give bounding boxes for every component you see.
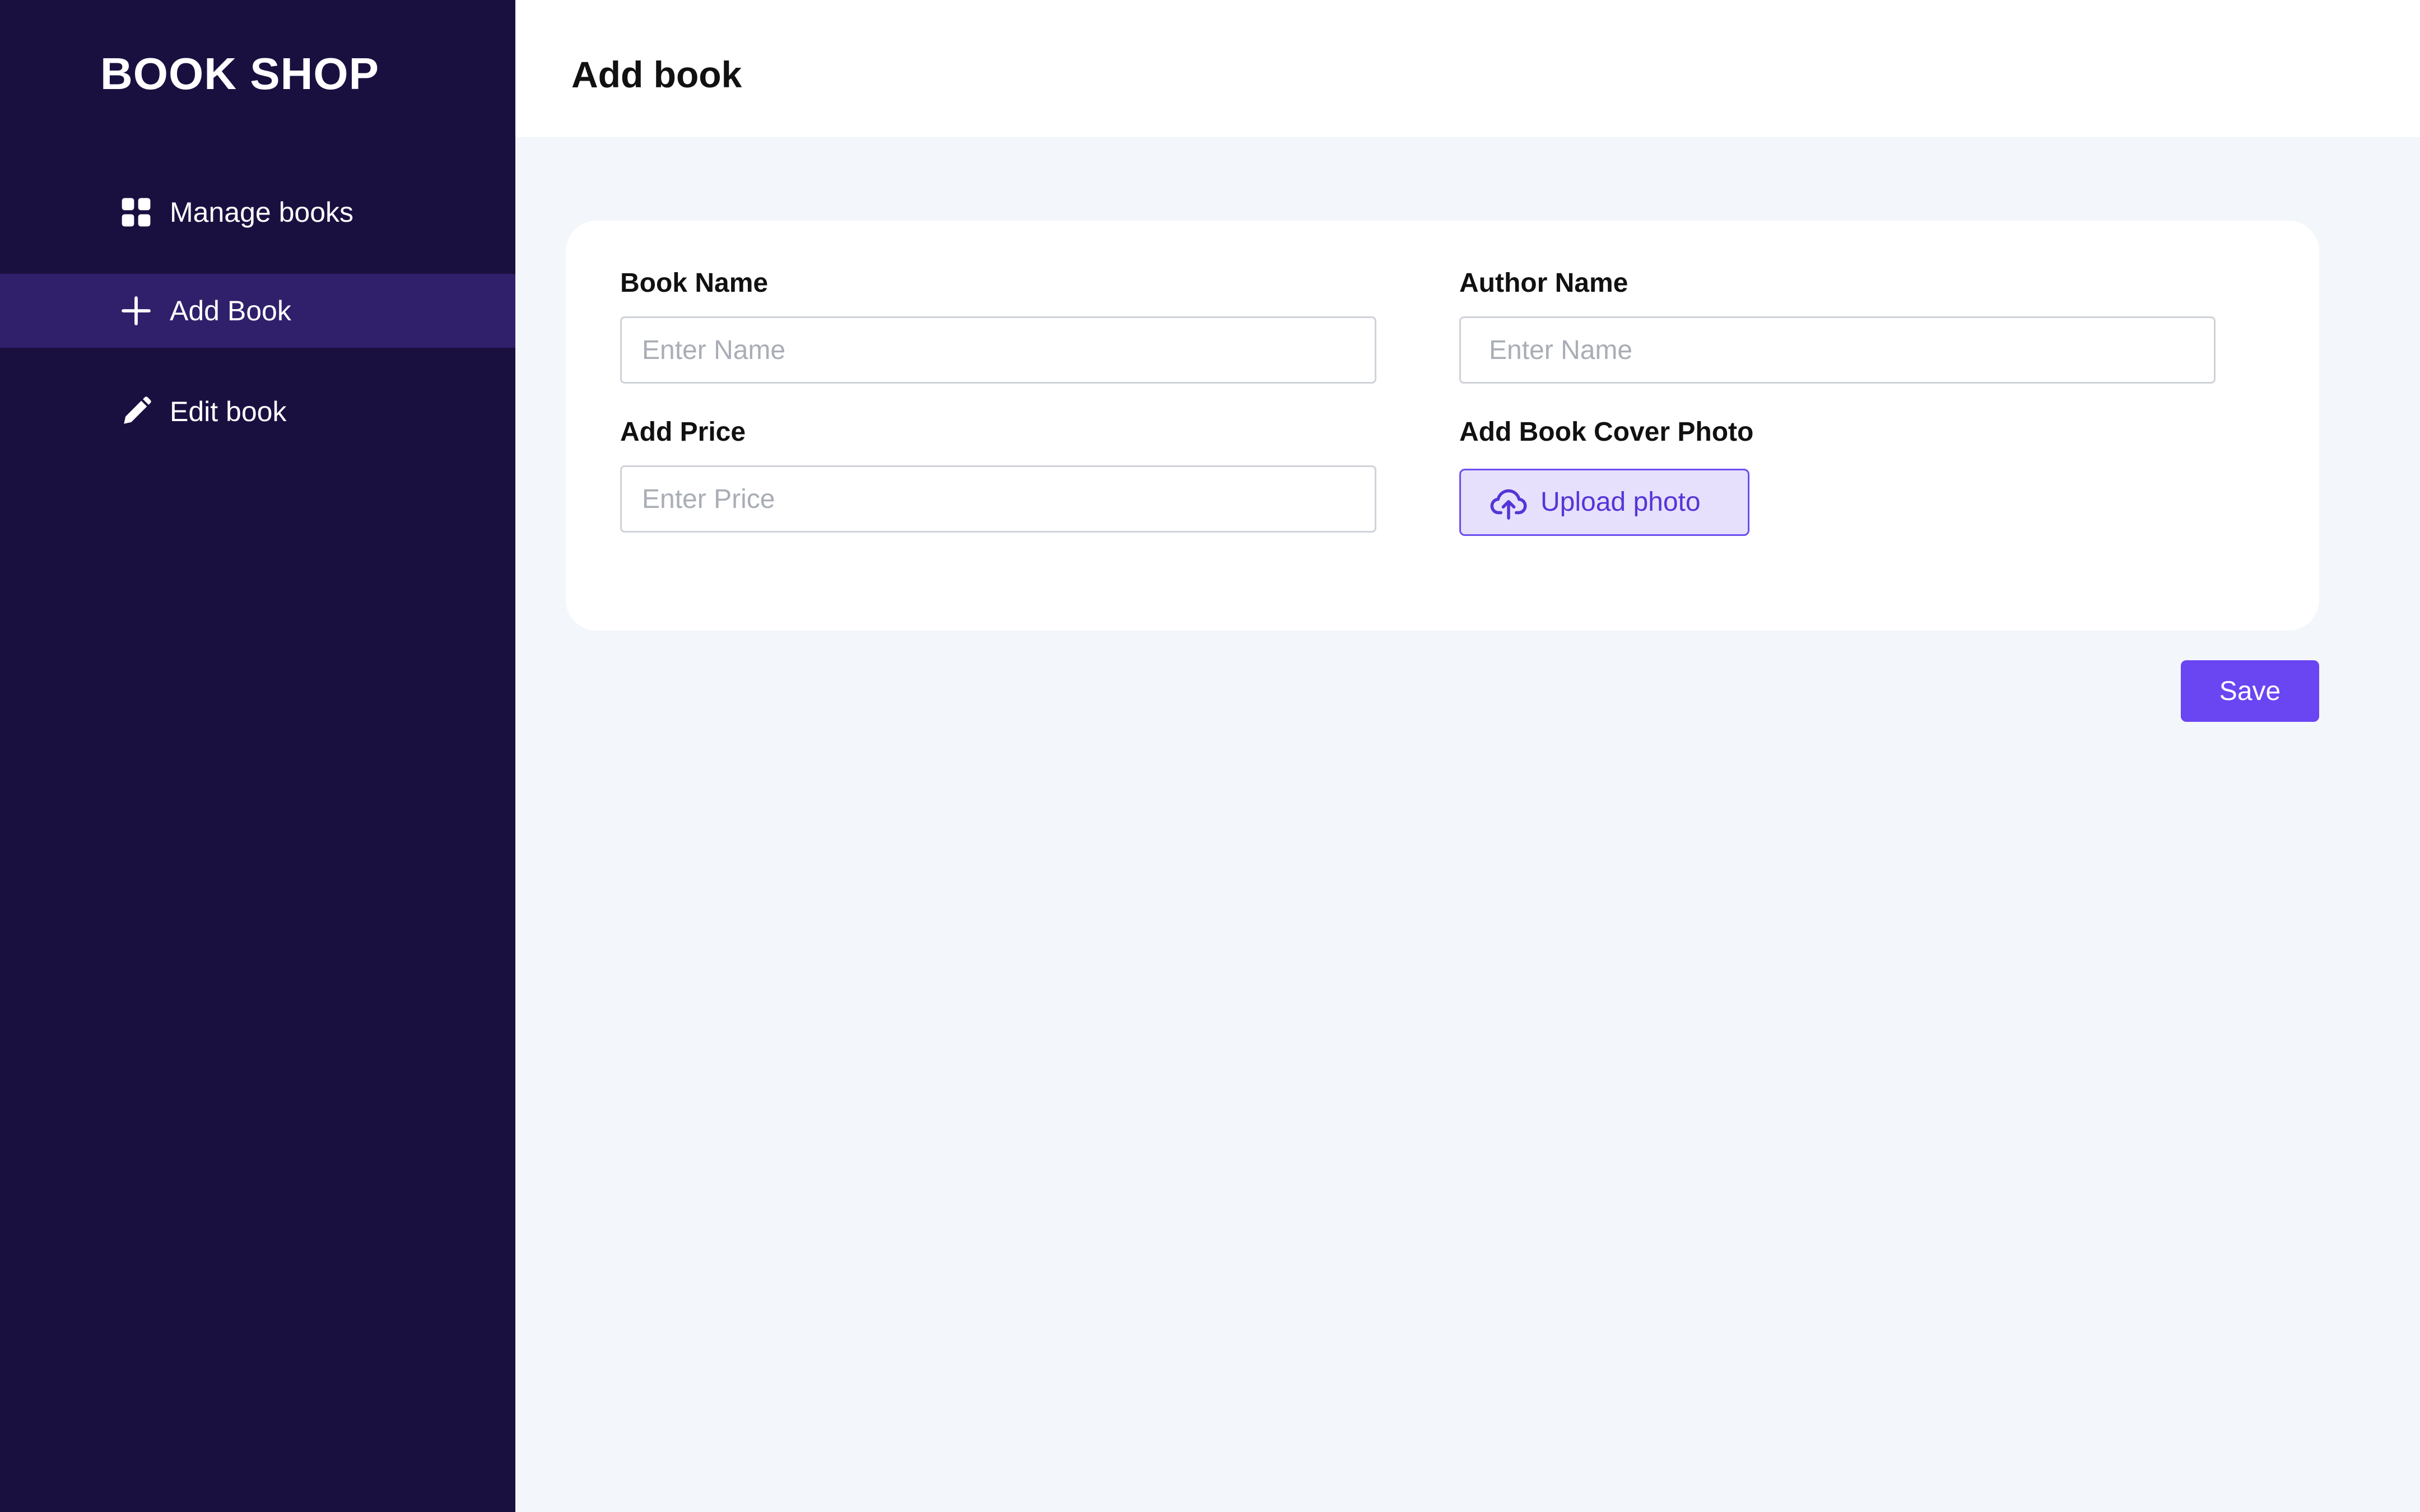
plus-icon	[122, 296, 151, 325]
sidebar-item-label: Manage books	[170, 197, 354, 228]
pencil-icon	[124, 396, 151, 424]
author-name-label: Author Name	[1459, 268, 1628, 298]
upload-photo-label: Upload photo	[1541, 487, 1701, 517]
save-button[interactable]: Save	[2181, 660, 2319, 722]
book-name-input[interactable]	[620, 316, 1376, 384]
upload-photo-button[interactable]: Upload photo	[1459, 469, 1749, 536]
cloud-upload-icon	[1490, 489, 1527, 520]
header-bar: Add book	[515, 0, 2420, 137]
add-book-form-card	[566, 221, 2319, 631]
page-title: Add book	[571, 54, 742, 95]
sidebar-item-manage-books[interactable]: Manage books	[0, 175, 515, 249]
sidebar-item-label: Edit book	[170, 396, 287, 427]
author-name-input[interactable]	[1459, 316, 2216, 384]
price-input[interactable]	[620, 465, 1376, 533]
book-name-label: Book Name	[620, 268, 769, 298]
sidebar-item-edit-book[interactable]: Edit book	[0, 375, 515, 449]
sidebar: BOOK SHOP Manage books Add Book Edit boo…	[0, 0, 515, 1512]
sidebar-item-add-book[interactable]: Add Book	[0, 274, 515, 348]
app-brand: BOOK SHOP	[100, 49, 379, 99]
price-label: Add Price	[620, 417, 746, 447]
sidebar-item-label: Add Book	[170, 295, 291, 326]
grid-icon	[122, 198, 151, 227]
cover-photo-label: Add Book Cover Photo	[1459, 417, 1754, 447]
